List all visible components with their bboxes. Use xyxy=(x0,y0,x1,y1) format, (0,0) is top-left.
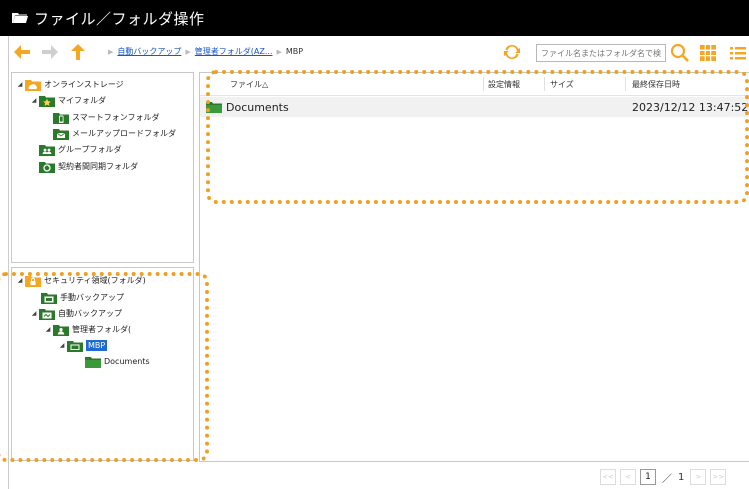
breadcrumb-separator-icon: ▶ xyxy=(108,47,114,56)
folder-tree-online: ◢ オンラインストレージ ◢ マイフォルダ スマートフォンフォルダ メールアップ… xyxy=(11,72,194,263)
file-name[interactable]: Documents xyxy=(226,101,289,114)
tree-item-label: メールアップロードフォルダ xyxy=(72,129,176,138)
table-row[interactable]: Documents 2023/12/12 13:47:52 xyxy=(200,97,749,117)
toolbar: ▶ 自動バックアップ ▶ 管理者フォルダ(AZ... ▶ MBP xyxy=(8,36,749,69)
first-page-button[interactable]: << xyxy=(600,469,616,485)
tree-item-documents[interactable]: Documents xyxy=(84,354,150,369)
folder-tree-security: ◢ セキュリティ領域(フォルダ) 手動バックアップ ◢ 自動バックアップ ◢ 管… xyxy=(11,267,194,461)
group-folder-icon xyxy=(39,144,55,156)
column-header-modified[interactable]: 最終保存日時 xyxy=(632,79,680,90)
mail-folder-icon xyxy=(53,128,69,140)
expand-toggle-icon[interactable]: ◢ xyxy=(30,310,38,317)
breadcrumb: ▶ 自動バックアップ ▶ 管理者フォルダ(AZ... ▶ MBP xyxy=(104,46,303,57)
tree-item-mail-upload-folder[interactable]: メールアップロードフォルダ xyxy=(52,126,176,141)
sync-folder-icon xyxy=(39,161,55,173)
breadcrumb-separator-icon: ▶ xyxy=(276,47,282,56)
folder-icon xyxy=(85,356,101,368)
breadcrumb-auto-backup[interactable]: 自動バックアップ xyxy=(117,46,181,57)
breadcrumb-admin-folder[interactable]: 管理者フォルダ(AZ... xyxy=(195,46,273,57)
tree-item-auto-backup[interactable]: ◢ 自動バックアップ xyxy=(30,306,122,321)
breadcrumb-current: MBP xyxy=(285,47,304,56)
smartphone-folder-icon xyxy=(53,112,69,124)
refresh-icon[interactable] xyxy=(503,43,521,61)
breadcrumb-separator-icon: ▶ xyxy=(185,47,191,56)
expand-toggle-icon[interactable]: ◢ xyxy=(44,326,52,333)
tree-item-label: セキュリティ領域(フォルダ) xyxy=(44,276,146,285)
folder-open-icon xyxy=(12,12,28,24)
tree-item-label: オンラインストレージ xyxy=(44,80,124,89)
tree-item-manual-backup[interactable]: 手動バックアップ xyxy=(40,290,124,305)
column-header-size[interactable]: サイズ xyxy=(550,79,574,90)
up-arrow-icon[interactable] xyxy=(70,44,86,60)
tree-item-mbp[interactable]: ◢ MBP xyxy=(58,338,108,353)
next-page-button[interactable]: > xyxy=(690,469,707,485)
search-input[interactable] xyxy=(536,44,666,62)
file-list-pane: ファイル△ 設定情報 サイズ 最終保存日時 Documents 2023/12/… xyxy=(199,72,749,462)
security-area-icon xyxy=(25,275,41,287)
header-divider xyxy=(200,95,749,96)
online-storage-icon xyxy=(25,79,41,91)
admin-folder-icon xyxy=(53,324,69,336)
tree-item-label: スマートフォンフォルダ xyxy=(72,113,160,122)
page-total: 1 xyxy=(678,471,685,483)
expand-toggle-icon[interactable]: ◢ xyxy=(16,81,24,88)
search-icon[interactable] xyxy=(670,43,690,63)
my-folder-icon xyxy=(39,95,55,107)
expand-toggle-icon[interactable]: ◢ xyxy=(58,342,66,349)
back-arrow-icon[interactable] xyxy=(14,44,30,60)
tree-item-group-folder[interactable]: グループフォルダ xyxy=(38,142,122,157)
tree-item-my-folder[interactable]: ◢ マイフォルダ xyxy=(30,93,106,108)
tree-item-label: Documents xyxy=(104,357,150,366)
tree-item-label: 契約者間同期フォルダ xyxy=(58,162,138,171)
last-page-button[interactable]: >> xyxy=(710,469,727,485)
tree-item-label: MBP xyxy=(86,340,108,351)
tree-item-label: 管理者フォルダ( xyxy=(72,325,132,334)
column-divider[interactable] xyxy=(544,77,545,91)
tree-item-sync-folder[interactable]: 契約者間同期フォルダ xyxy=(38,159,138,174)
grid-view-icon[interactable] xyxy=(698,43,718,63)
list-view-icon[interactable] xyxy=(728,43,748,63)
tree-item-security-area[interactable]: ◢ セキュリティ領域(フォルダ) xyxy=(16,273,146,288)
page-number-input[interactable]: 1 xyxy=(640,469,656,485)
title-bar: ファイル／フォルダ操作 xyxy=(0,0,749,36)
column-header-file[interactable]: ファイル△ xyxy=(230,79,268,90)
device-folder-icon xyxy=(67,340,83,352)
tree-item-admin-folder[interactable]: ◢ 管理者フォルダ( xyxy=(44,322,131,337)
tree-item-label: 手動バックアップ xyxy=(60,293,124,302)
tree-item-label: マイフォルダ xyxy=(58,96,106,105)
tree-item-label: グループフォルダ xyxy=(58,145,122,154)
column-divider[interactable] xyxy=(483,77,484,91)
prev-page-button[interactable]: < xyxy=(620,469,636,485)
tree-item-smartphone-folder[interactable]: スマートフォンフォルダ xyxy=(52,110,160,125)
page-separator: ／ xyxy=(662,473,672,485)
column-header-settings[interactable]: 設定情報 xyxy=(488,79,520,90)
window-title: ファイル／フォルダ操作 xyxy=(34,9,205,28)
tree-item-online-storage[interactable]: ◢ オンラインストレージ xyxy=(16,77,124,92)
expand-toggle-icon[interactable]: ◢ xyxy=(16,277,24,284)
tree-item-label: 自動バックアップ xyxy=(58,309,122,318)
manual-backup-icon xyxy=(41,292,57,304)
column-divider[interactable] xyxy=(625,77,626,91)
forward-arrow-icon[interactable] xyxy=(42,44,58,60)
folder-icon xyxy=(206,101,222,116)
file-modified: 2023/12/12 13:47:52 xyxy=(632,101,749,114)
auto-backup-icon xyxy=(39,308,55,320)
pagination: << < 1 ／ 1 > >> xyxy=(600,469,730,485)
expand-toggle-icon[interactable]: ◢ xyxy=(30,97,38,104)
